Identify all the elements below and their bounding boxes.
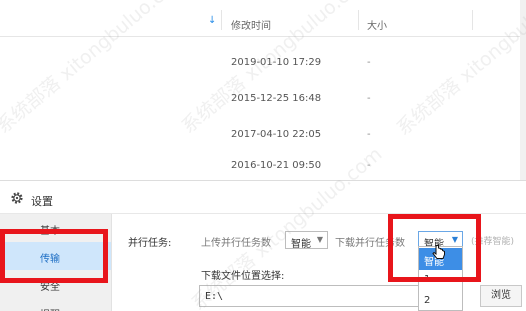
- browse-button[interactable]: 浏览: [480, 285, 522, 307]
- nav-item-label: 提醒: [40, 306, 60, 311]
- nav-item-label: 安全: [40, 282, 60, 293]
- mouse-pointer-icon: [432, 244, 445, 259]
- dropdown-option-label: 1: [424, 274, 431, 285]
- upload-parallel-label: 上传并行任务数: [201, 238, 271, 249]
- nav-item-label: 基本: [40, 226, 60, 237]
- parallel-tasks-label: 并行任务:: [128, 238, 172, 249]
- column-header-mtime[interactable]: 修改时间: [231, 17, 271, 32]
- file-row[interactable]: 2019-01-10 17:29 -: [0, 40, 526, 76]
- upload-parallel-value: 智能: [291, 239, 311, 250]
- recommend-hint: (推荐智能): [471, 237, 515, 247]
- nav-item-transfer[interactable]: 传输: [0, 242, 111, 270]
- chevron-down-icon: ▼: [451, 235, 458, 244]
- file-list: ↓ 修改时间 大小 2019-01-10 17:29 - 2015-12-25 …: [0, 0, 526, 180]
- column-divider[interactable]: [472, 10, 473, 30]
- chevron-down-icon: ▼: [316, 235, 323, 244]
- column-divider[interactable]: [221, 10, 222, 30]
- gear-icon: [11, 192, 23, 204]
- sort-descending-icon[interactable]: ↓: [208, 15, 216, 26]
- dialog-title: 设置: [31, 195, 53, 208]
- download-parallel-label: 下载并行任务数: [335, 238, 405, 249]
- file-mtime: 2016-10-21 09:50: [231, 160, 322, 171]
- dialog-titlebar[interactable]: 设置: [0, 181, 526, 214]
- file-mtime: 2015-12-25 16:48: [231, 93, 322, 104]
- column-divider[interactable]: [358, 10, 359, 30]
- dropdown-option[interactable]: 1: [419, 269, 462, 291]
- file-mtime: 2017-04-10 22:05: [231, 129, 322, 140]
- file-row[interactable]: 2016-10-21 09:50 -: [0, 143, 526, 179]
- upload-parallel-select[interactable]: 智能 ▼: [285, 231, 328, 250]
- settings-nav: 基本 传输 安全 提醒: [0, 214, 112, 311]
- nav-item-security[interactable]: 安全: [0, 270, 111, 298]
- download-location-label: 下载文件位置选择:: [201, 271, 285, 282]
- transfer-settings-panel: 并行任务: 上传并行任务数 智能 ▼ 下载并行任务数 智能 ▼ (推荐智能) 下…: [113, 214, 526, 311]
- file-size: -: [367, 93, 371, 104]
- column-header-size[interactable]: 大小: [367, 17, 387, 32]
- nav-item-reminder[interactable]: 提醒: [0, 298, 111, 311]
- nav-item-basic[interactable]: 基本: [0, 214, 111, 242]
- vertical-scrollbar[interactable]: [520, 0, 526, 180]
- file-row[interactable]: 2015-12-25 16:48 -: [0, 76, 526, 112]
- dropdown-option-label: 2: [424, 295, 431, 306]
- file-size: -: [367, 57, 371, 68]
- file-mtime: 2019-01-10 17:29: [231, 57, 322, 68]
- nav-item-label: 传输: [40, 254, 60, 265]
- column-header: ↓ 修改时间 大小: [0, 0, 526, 37]
- file-size: -: [367, 160, 371, 171]
- file-size: -: [367, 129, 371, 140]
- dropdown-option[interactable]: 2: [419, 290, 462, 311]
